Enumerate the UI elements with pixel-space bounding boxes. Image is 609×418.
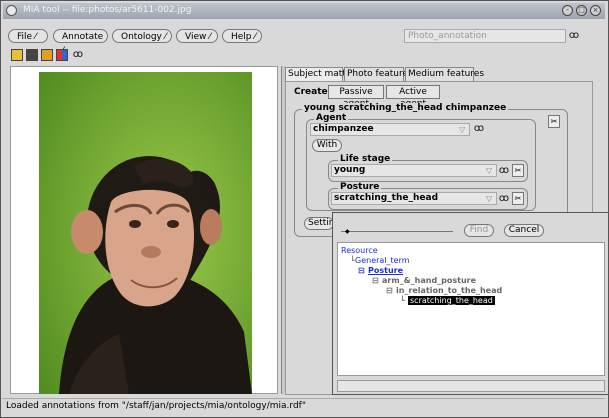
create-label: Create:	[294, 87, 332, 97]
tab-photo-features[interactable]: Photo features	[344, 67, 413, 81]
title-bar[interactable]: MIA tool -- file:photos/ar5611-002.jpg -…	[3, 3, 605, 19]
search-binoculars-icon[interactable]: ꝏ	[71, 48, 85, 62]
life-stage-search-icon[interactable]: ꝏ	[497, 164, 511, 178]
palette-icon[interactable]	[56, 49, 68, 61]
cancel-button[interactable]: Cancel	[504, 224, 544, 237]
tree-expand-icon[interactable]: ⊟	[358, 266, 365, 275]
maximize-icon[interactable]: □	[576, 5, 587, 16]
posture-search-icon[interactable]: ꝏ	[497, 192, 511, 206]
find-button[interactable]: Find	[464, 224, 494, 237]
view-menu-button[interactable]: View ⁄	[176, 29, 218, 43]
ontology-menu-button[interactable]: Ontology ⁄	[112, 29, 172, 43]
close-icon[interactable]: ×	[590, 5, 601, 16]
with-button[interactable]: With	[312, 139, 342, 152]
open-folder-icon[interactable]	[11, 49, 23, 61]
tree-expand-icon[interactable]: ⊟	[386, 286, 393, 295]
save-icon[interactable]	[26, 49, 38, 61]
agent-label: Agent	[314, 113, 349, 123]
file-menu-button[interactable]: File ⁄	[8, 29, 48, 43]
remove-annotation-icon[interactable]: ✂	[548, 115, 560, 128]
life-stage-field[interactable]: young	[331, 164, 497, 177]
setting-button[interactable]: Settin	[304, 217, 334, 230]
popup-status-bar	[337, 380, 605, 392]
tree-node-general-term[interactable]: General_term	[355, 256, 410, 265]
posture-field[interactable]: scratching_the_head	[331, 192, 497, 205]
window-title: MIA tool -- file:photos/ar5611-002.jpg	[23, 5, 192, 15]
tree-node-arm-hand-posture[interactable]: arm_&_hand_posture	[382, 276, 476, 285]
annotation-title: young scratching_the_head chimpanzee	[302, 103, 509, 113]
posture-remove-icon[interactable]: ✂	[512, 192, 524, 205]
popup-slider-track	[341, 231, 453, 232]
tab-medium-features[interactable]: Medium features	[405, 67, 484, 81]
photo-pane	[10, 66, 278, 394]
life-stage-dropdown-icon[interactable]: ▽	[486, 166, 492, 175]
status-text: Loaded annotations from "/staff/jan/proj…	[6, 401, 306, 411]
tree-branch-icon: └	[400, 296, 405, 305]
popup-slider-handle-icon[interactable]: ◆	[345, 228, 350, 235]
mode-combo[interactable]: Photo_annotation	[404, 29, 566, 43]
window-menu-icon[interactable]	[6, 5, 17, 16]
tree-node-in-relation-to-the-head[interactable]: in_relation_to_the_head	[396, 286, 502, 295]
ontology-tree: Resource └ General_term ⊟ Posture ⊟ arm_…	[337, 242, 605, 376]
agent-dropdown-icon[interactable]: ▽	[459, 125, 465, 134]
chimpanzee-photo	[39, 72, 252, 394]
ontology-browser-popup: ◆ Find Cancel Resource └ General_term ⊟ …	[332, 212, 609, 395]
life-stage-label: Life stage	[338, 154, 393, 164]
tree-node-scratching-the-head[interactable]: scratching_the_head	[408, 296, 495, 305]
tree-node-resource[interactable]: Resource	[341, 246, 378, 255]
posture-dropdown-icon[interactable]: ▽	[486, 194, 492, 203]
image-icon[interactable]	[41, 49, 53, 61]
agent-field[interactable]: chimpanzee	[310, 123, 470, 136]
tab-subject-matter[interactable]: Subject matter	[285, 67, 355, 81]
passive-agent-button[interactable]: Passive agent	[328, 85, 384, 109]
help-menu-button[interactable]: Help ⁄	[222, 29, 262, 43]
binoculars-icon[interactable]: ꝏ	[567, 29, 581, 43]
active-agent-button[interactable]: Active agent	[386, 85, 440, 109]
minimize-icon[interactable]: -	[562, 5, 573, 16]
posture-label: Posture	[338, 182, 382, 192]
life-stage-remove-icon[interactable]: ✂	[512, 164, 524, 177]
agent-search-icon[interactable]: ꝏ	[472, 122, 486, 136]
annotate-menu-button[interactable]: Annotate ⁄	[53, 29, 108, 56]
tree-expand-icon[interactable]: ⊟	[372, 276, 379, 285]
tree-node-posture[interactable]: Posture	[368, 266, 403, 275]
